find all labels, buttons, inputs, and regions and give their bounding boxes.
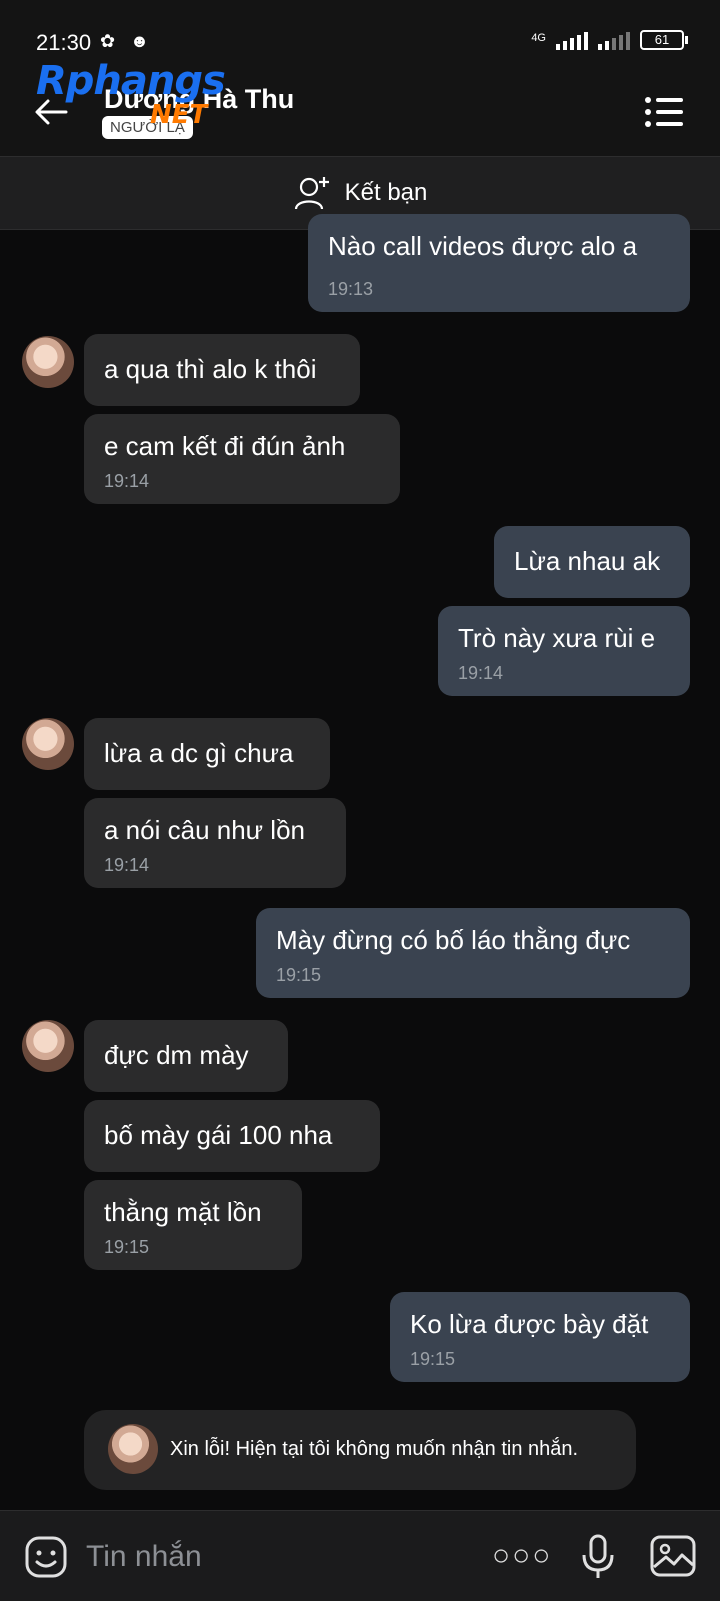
message-bubble-sent[interactable]: Mày đừng có bố láo thằng đực 19:15 (256, 908, 690, 998)
message-bubble-sent[interactable]: Ko lừa được bày đặt 19:15 (390, 1292, 690, 1382)
notification-icon: ✿ (100, 31, 116, 51)
notice-text: Xin lỗi! Hiện tại tôi không muốn nhận ti… (170, 1438, 579, 1460)
image-gallery-icon[interactable] (650, 1535, 696, 1577)
message-bubble-received[interactable]: bố mày gái 100 nha (84, 1100, 380, 1172)
contact-avatar (108, 1424, 158, 1474)
contact-avatar[interactable] (22, 336, 74, 388)
battery-icon: 61 (640, 30, 688, 50)
message-input[interactable] (84, 1531, 468, 1583)
status-indicators: 4G 61 (531, 30, 688, 50)
message-bubble-received[interactable]: thằng mặt lồn 19:15 (84, 1180, 302, 1270)
message-text: Trò này xưa rùi e (458, 623, 656, 653)
message-time: 19:15 (276, 965, 322, 985)
menu-list-icon[interactable] (644, 96, 684, 128)
network-type: 4G (531, 32, 546, 44)
message-text: Lừa nhau ak (514, 546, 661, 576)
message-text: Ko lừa được bày đặt (410, 1309, 649, 1339)
emoji-sticker-icon[interactable] (24, 1535, 68, 1579)
message-bubble-received[interactable]: a qua thì alo k thôi (84, 334, 360, 406)
watermark-logo: Rphangs (36, 58, 226, 104)
message-time: 19:14 (104, 471, 150, 491)
message-bubble-sent[interactable]: Nào call videos được alo a 19:13 (308, 214, 690, 312)
message-time: 19:13 (328, 279, 374, 299)
add-friend-label: Kết bạn (344, 179, 428, 206)
message-composer: ○○○ (0, 1510, 720, 1601)
message-text: Nào call videos được alo a (328, 231, 638, 261)
message-time: 19:14 (104, 855, 150, 875)
message-text: lừa a dc gì chưa (104, 738, 294, 768)
more-options-icon[interactable]: ○○○ (492, 1539, 550, 1573)
message-time: 19:15 (104, 1237, 150, 1257)
watermark-net: NET (150, 100, 208, 130)
message-text: thằng mặt lồn (104, 1197, 262, 1227)
message-bubble-received[interactable]: đực dm mày (84, 1020, 288, 1092)
message-bubble-received[interactable]: e cam kết đi đún ảnh 19:14 (84, 414, 400, 504)
blocked-notice: Xin lỗi! Hiện tại tôi không muốn nhận ti… (84, 1410, 636, 1490)
message-text: a nói câu như lồn (104, 815, 305, 845)
message-bubble-sent[interactable]: Lừa nhau ak (494, 526, 690, 598)
contact-avatar[interactable] (22, 1020, 74, 1072)
status-time: 21:30 (36, 30, 92, 55)
contact-avatar[interactable] (22, 718, 74, 770)
message-text: e cam kết đi đún ảnh (104, 431, 346, 461)
message-time: 19:14 (458, 663, 504, 683)
signal-icon (556, 30, 588, 50)
message-time: 19:15 (410, 1349, 456, 1369)
message-text: bố mày gái 100 nha (104, 1120, 333, 1150)
message-bubble-received[interactable]: a nói câu như lồn 19:14 (84, 798, 346, 888)
message-bubble-sent[interactable]: Trò này xưa rùi e 19:14 (438, 606, 690, 696)
message-text: đực dm mày (104, 1040, 249, 1070)
add-person-icon (294, 177, 329, 210)
message-text: Mày đừng có bố láo thằng đực (276, 925, 631, 955)
message-text: a qua thì alo k thôi (104, 354, 317, 384)
microphone-icon[interactable] (580, 1533, 616, 1581)
ghost-icon: ☻ (130, 31, 149, 51)
message-bubble-received[interactable]: lừa a dc gì chưa (84, 718, 330, 790)
signal-icon-secondary (598, 30, 630, 50)
